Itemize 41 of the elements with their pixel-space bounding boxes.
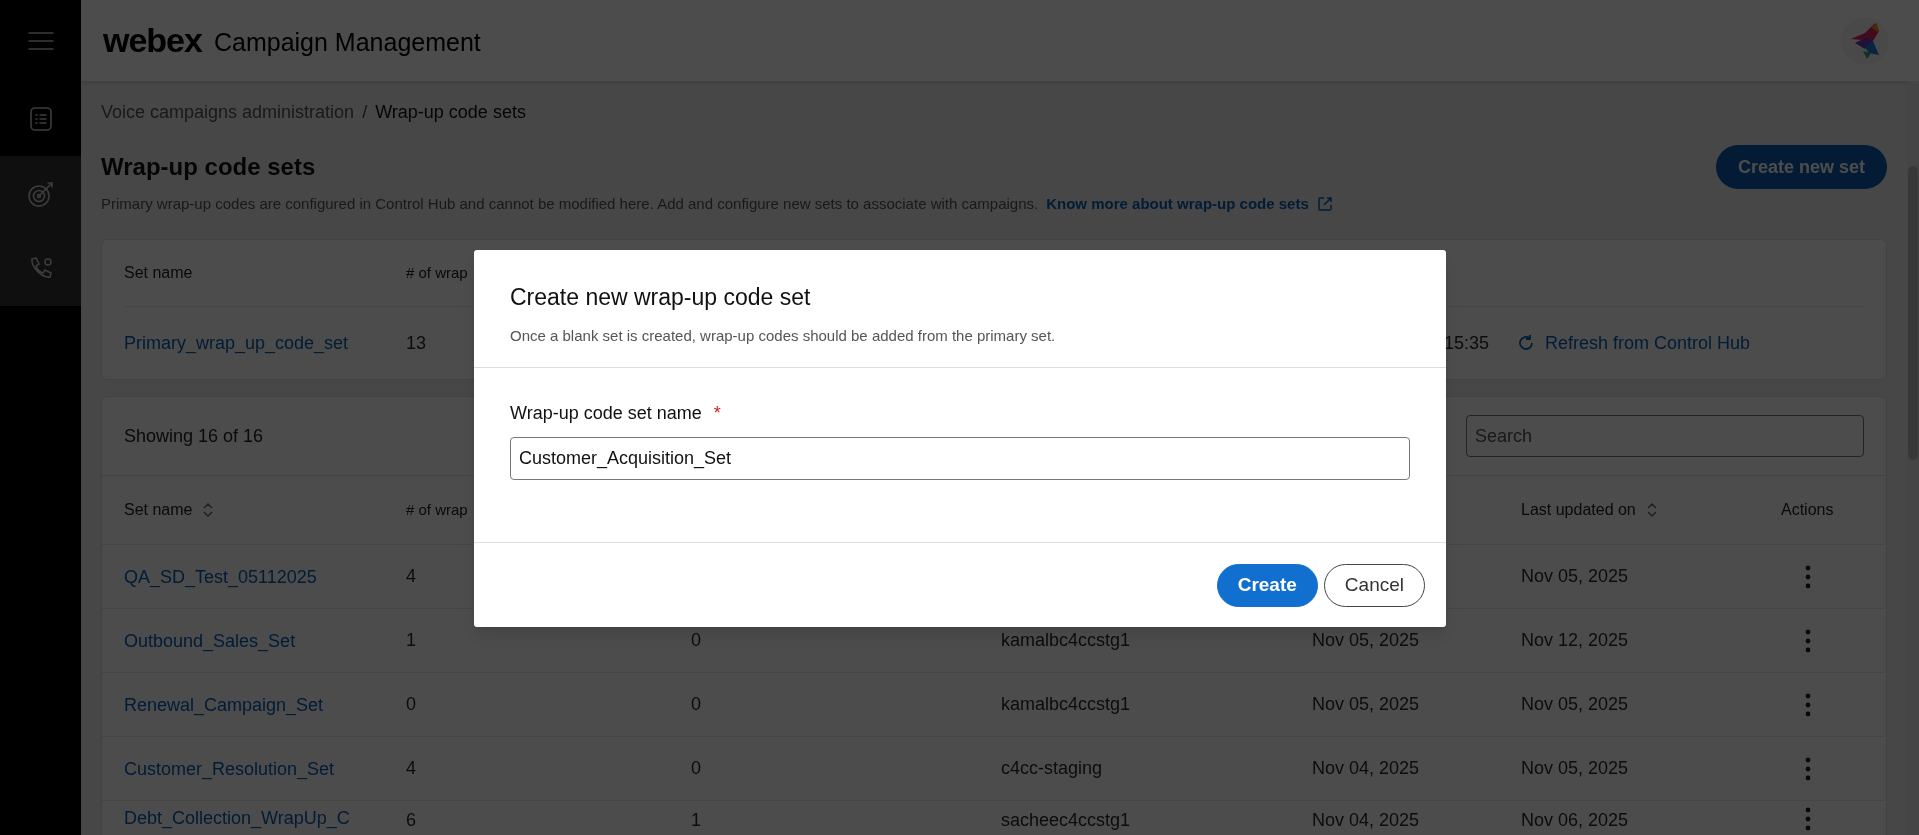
column-header: Set name xyxy=(124,263,193,283)
page-title: Wrap-up code sets xyxy=(101,152,316,182)
table-cell-text: 0 xyxy=(691,629,701,652)
table-cell-text: 1 xyxy=(406,629,416,652)
cancel-button[interactable]: Cancel xyxy=(1323,563,1425,607)
table-cell-text: 6 xyxy=(406,809,416,832)
set-name-field[interactable]: Customer_Acquisition_Set xyxy=(510,437,1410,480)
table-cell-text: Nov 05, 2025 xyxy=(1521,757,1629,780)
table-cell-text: Nov 06, 2025 xyxy=(1521,809,1629,832)
table-cell-text: 4 xyxy=(406,757,416,780)
column-header: Actions xyxy=(1781,500,1834,520)
product-name: Campaign Management xyxy=(213,26,481,58)
table-cell-text: kamalbc4ccstg1 xyxy=(1001,629,1131,652)
table-cell-text: kamalbc4ccstg1 xyxy=(1001,693,1131,716)
table-cell-text: 0 xyxy=(406,693,416,716)
table-cell-text: Nov 04, 2025 xyxy=(1312,757,1420,780)
set-name-link[interactable]: Debt_Collection_WrapUp_C xyxy=(124,807,350,829)
dialog-subtitle: Once a blank set is created, wrap-up codes should be added from the primary set. xyxy=(510,325,1057,346)
table-cell-text: Nov 05, 2025 xyxy=(1312,629,1420,652)
table-cell-text: Nov 05, 2025 xyxy=(1521,565,1629,588)
table-cell-text: c4cc-staging xyxy=(1001,757,1103,780)
field-label: Wrap-up code set name xyxy=(510,402,702,425)
table-cell-text: Nov 04, 2025 xyxy=(1312,809,1420,832)
dialog-title: Create new wrap-up code set xyxy=(510,283,812,312)
table-cell-text: 15:35 xyxy=(1444,331,1490,355)
table-cell-text: 0 xyxy=(691,757,701,780)
create-button[interactable]: Create xyxy=(1216,563,1318,607)
brand-logo: webex xyxy=(103,20,202,61)
column-header: # of wrap xyxy=(406,499,468,520)
required-mark: * xyxy=(713,402,721,425)
table-cell-text: Nov 12, 2025 xyxy=(1521,629,1629,652)
table-cell-text: sacheec4ccstg1 xyxy=(1001,809,1131,832)
column-header: # of wrap xyxy=(406,262,468,283)
table-cell-text: Nov 05, 2025 xyxy=(1312,693,1420,716)
table-cell-text: Nov 05, 2025 xyxy=(1521,693,1629,716)
table-cell-text: 0 xyxy=(691,693,701,716)
result-count: Showing 16 of 16 xyxy=(124,424,264,448)
table-cell-text: 4 xyxy=(406,565,416,588)
table-cell-text: 1 xyxy=(691,809,701,832)
breadcrumb-separator: / xyxy=(362,100,368,124)
table-cell-text: 13 xyxy=(406,331,427,355)
